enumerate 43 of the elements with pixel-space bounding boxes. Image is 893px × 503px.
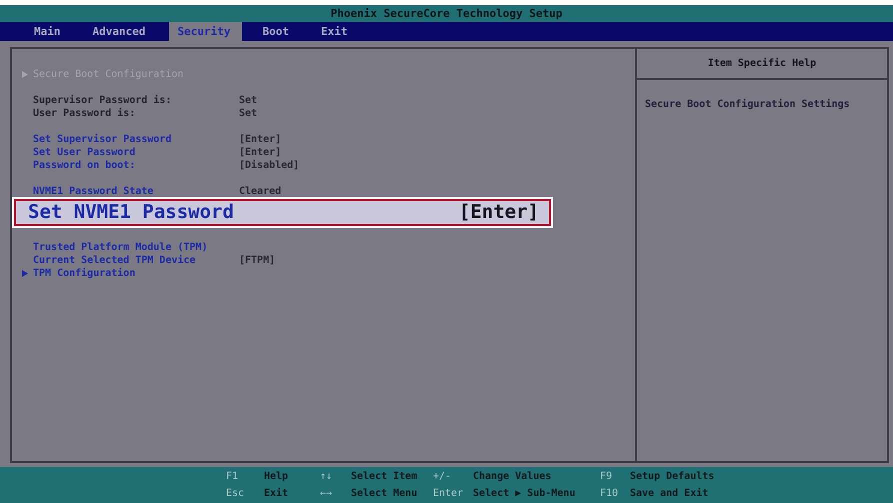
item-value: [FTPM]	[239, 254, 276, 267]
menu-tab[interactable]: Advanced	[80, 22, 158, 41]
item-value: [Enter]	[239, 133, 282, 146]
key-hint: F10	[600, 488, 620, 500]
item-value: [Disabled]	[239, 159, 300, 172]
key-hint: +/-	[433, 470, 452, 484]
item-label[interactable]: Set Supervisor Password	[33, 133, 172, 146]
key-action: Exit	[264, 488, 288, 500]
key-hint: Esc	[226, 488, 246, 500]
triangle-icon	[22, 71, 28, 78]
selected-item[interactable]: Set NVME1 Password [Enter]	[14, 199, 551, 226]
item-value: [Enter]	[239, 146, 282, 159]
key-action: Save and Exit	[630, 488, 708, 500]
menu-tab[interactable]: Main	[22, 22, 72, 41]
item-label[interactable]: Trusted Platform Module (TPM)	[33, 241, 208, 254]
menu-tab[interactable]: Exit	[308, 22, 360, 41]
menu-tab[interactable]: Security	[169, 22, 242, 41]
item-label[interactable]: Current Selected TPM Device	[33, 254, 196, 267]
key-hint: F9	[600, 470, 614, 484]
key-action: Select ▶ Sub-Menu	[473, 488, 576, 500]
key-action: Setup Defaults	[630, 470, 714, 484]
menu-tab[interactable]: Boot	[250, 22, 301, 41]
item-label[interactable]: Password on boot:	[33, 159, 136, 172]
help-title: Item Specific Help	[708, 58, 816, 69]
item-label[interactable]: User Password is:	[33, 107, 136, 120]
key-action: Help	[264, 470, 288, 484]
item-value: Cleared	[239, 185, 282, 198]
key-hint: Enter	[433, 488, 464, 500]
item-label[interactable]: Set User Password	[33, 146, 136, 159]
key-action: Change Values	[473, 470, 552, 484]
key-action: Select Menu	[351, 488, 418, 500]
key-hint: F1	[226, 470, 240, 484]
item-label[interactable]: TPM Configuration	[33, 267, 136, 280]
triangle-icon	[22, 270, 28, 277]
key-hint: ←→	[320, 488, 334, 500]
item-value: Set	[239, 94, 258, 107]
help-text: Secure Boot Configuration Settings	[645, 99, 850, 110]
key-hint: ↑↓	[320, 470, 334, 484]
key-action: Select Item	[351, 470, 418, 484]
item-value: Set	[239, 107, 258, 120]
window-title: Phoenix SecureCore Technology Setup	[330, 7, 562, 20]
item-label[interactable]: NVME1 Password State	[33, 185, 154, 198]
item-label[interactable]: Supervisor Password is:	[33, 94, 172, 107]
